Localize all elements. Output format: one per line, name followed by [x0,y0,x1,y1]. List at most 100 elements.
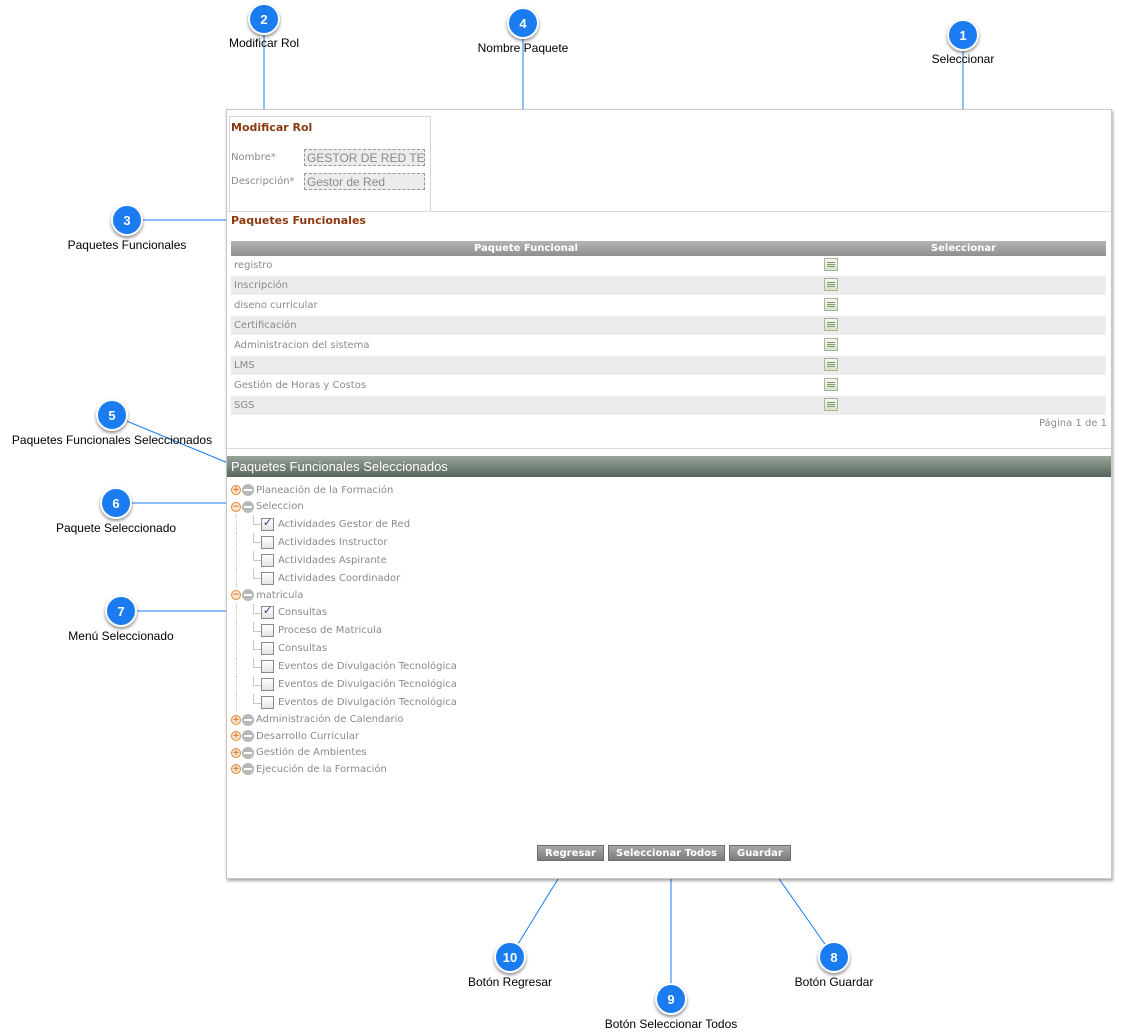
paquete-name: Administracion del sistema [231,335,821,356]
paquete-name: Gestión de Horas y Costos [231,375,821,396]
folder-icon [242,589,254,602]
tree-group-label: Planeación de la Formación [256,484,394,496]
folder-icon [242,730,254,743]
selected-packages-tree: + Planeación de la Formación − Seleccion… [231,482,831,778]
guardar-button[interactable]: Guardar [728,845,791,861]
nombre-field[interactable]: GESTOR DE RED TECNOLOGICA [304,149,425,166]
expand-icon[interactable]: + [231,714,241,725]
tree-item-label: Proceso de Matricula [278,625,383,636]
callout-9-label: Botón Seleccionar Todos [604,1017,738,1031]
menu-checkbox[interactable] [261,571,274,585]
paquetes-table: Paquete Funcional Seleccionar registro I… [231,241,1106,416]
select-edit-icon[interactable] [824,297,838,311]
callout-6-badge: 6 [100,487,132,519]
pagination-text: Página 1 de 1 [1038,418,1107,429]
callout-7-badge: 7 [105,595,137,627]
callout-8-label: Botón Guardar [794,975,874,989]
callout-1-label: Seleccionar [931,52,995,66]
nombre-label: Nombre* [231,152,276,163]
tree-group-label: Seleccion [256,501,304,513]
select-edit-icon[interactable] [824,257,838,271]
menu-checkbox[interactable] [261,678,274,691]
paquete-name: LMS [231,355,821,376]
callout-4-badge: 4 [507,7,539,39]
tree-item: Actividades Gestor de Red [231,515,831,533]
tree-item-label: Actividades Gestor de Red [278,518,411,530]
modificar-rol-form: Modificar Rol Nombre* GESTOR DE RED TECN… [229,116,431,212]
tree-group[interactable]: + Planeación de la Formación [231,482,831,499]
tree-group-label: Administración de Calendario [256,714,404,726]
callout-10-badge: 10 [494,941,526,973]
folder-icon [242,500,254,513]
menu-checkbox[interactable] [261,660,274,673]
select-edit-icon[interactable] [824,397,838,411]
column-header-paquete[interactable]: Paquete Funcional [231,241,821,256]
tree-group[interactable]: − matricula [231,587,831,604]
table-row: registro [231,256,1106,276]
action-buttons: Regresar Seleccionar Todos Guardar [537,845,791,861]
tree-item-label: Consultas [278,607,328,618]
expand-icon[interactable]: + [231,485,241,496]
callout-1-badge: 1 [947,19,979,51]
paquete-name: Inscripción [231,275,821,296]
tree-group-label: Desarrollo Curricular [256,730,359,742]
menu-checkbox[interactable] [261,516,274,531]
paquete-name: Certificación [231,315,821,336]
select-edit-icon[interactable] [824,377,838,391]
descripcion-label: Descripción* [231,176,295,187]
menu-checkbox[interactable] [261,642,274,655]
tree-group[interactable]: + Gestión de Ambientes [231,745,831,762]
callout-3-label: Paquetes Funcionales [67,238,187,252]
role-edit-panel: Modificar Rol Nombre* GESTOR DE RED TECN… [226,109,1112,879]
folder-icon [242,763,254,776]
select-edit-icon[interactable] [824,277,838,291]
tree-group-label: Gestión de Ambientes [256,747,367,759]
column-header-seleccionar[interactable]: Seleccionar [821,241,1106,256]
callout-4-label: Nombre Paquete [477,41,569,55]
folder-icon [242,484,254,497]
expand-icon[interactable]: + [231,731,241,742]
table-row: Inscripción [231,275,1106,296]
table-row: SGS [231,395,1106,416]
paquetes-funcionales-title: Paquetes Funcionales [231,214,366,227]
tree-item-label: Eventos de Divulgación Tecnológica [278,679,457,690]
collapse-icon[interactable]: − [231,501,241,512]
tree-group-label: matricula [256,589,304,601]
tree-item-label: Actividades Aspirante [278,554,387,566]
seleccionar-todos-button[interactable]: Seleccionar Todos [608,845,725,861]
tree-group[interactable]: − Seleccion [231,499,831,516]
tree-group[interactable]: + Ejecución de la Formación [231,761,831,778]
tree-item: Eventos de Divulgación Tecnológica [231,693,831,712]
regresar-button[interactable]: Regresar [537,845,604,861]
menu-checkbox[interactable] [261,553,274,567]
modificar-rol-title: Modificar Rol [231,121,313,134]
table-row: diseno curricular [231,295,1106,316]
seleccionados-header: Paquetes Funcionales Seleccionados [227,456,1111,477]
paquete-name: registro [231,256,821,276]
callout-5-label: Paquetes Funcionales Seleccionados [11,433,213,447]
paquete-name: SGS [231,395,821,416]
select-edit-icon[interactable] [824,357,838,371]
menu-checkbox[interactable] [261,624,274,637]
tree-group-label: Ejecución de la Formación [256,763,387,775]
menu-checkbox[interactable] [261,604,274,619]
tree-item: Actividades Instructor [231,533,831,551]
select-edit-icon[interactable] [824,317,838,331]
descripcion-field[interactable]: Gestor de Red [304,173,425,190]
table-row: LMS [231,355,1106,376]
menu-checkbox[interactable] [261,535,274,549]
menu-checkbox[interactable] [261,696,274,709]
expand-icon[interactable]: + [231,747,241,758]
tree-group[interactable]: + Desarrollo Curricular [231,728,831,745]
tree-item: Eventos de Divulgación Tecnológica [231,657,831,676]
callout-2-badge: 2 [248,3,280,35]
tree-item: Eventos de Divulgación Tecnológica [231,675,831,694]
callout-5-badge: 5 [96,399,128,431]
callout-2-label: Modificar Rol [228,36,300,50]
select-edit-icon[interactable] [824,337,838,351]
tree-group[interactable]: + Administración de Calendario [231,712,831,729]
expand-icon[interactable]: + [231,764,241,775]
tree-item: Actividades Coordinador [231,569,831,587]
collapse-icon[interactable]: − [231,590,241,601]
table-row: Gestión de Horas y Costos [231,375,1106,396]
